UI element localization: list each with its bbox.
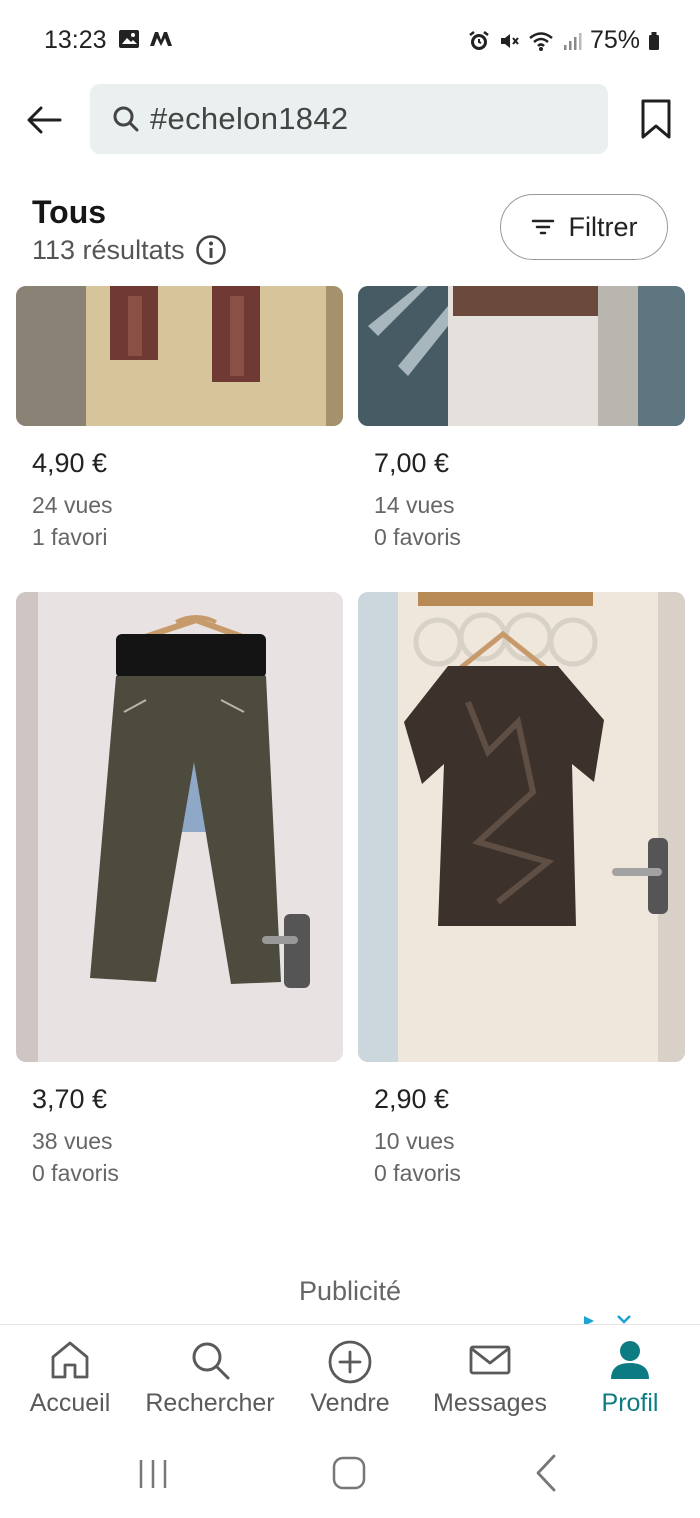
item-favorites: 1 favori: [32, 524, 108, 550]
profile-icon: [611, 1341, 649, 1379]
item-price: 4,90 €: [32, 448, 108, 478]
list-item[interactable]: 4,90 € 24 vues 1 favori: [16, 286, 343, 553]
alarm-icon: [469, 30, 489, 50]
list-item[interactable]: 2,90 € 10 vues 0 favoris: [358, 592, 685, 1189]
product-image[interactable]: [358, 592, 685, 1062]
nav-label-search: Rechercher: [145, 1389, 275, 1417]
bookmark-icon: [641, 99, 671, 139]
results-header: Tous 113 résultats Filtrer: [0, 194, 700, 274]
gallery-icon: [119, 30, 139, 48]
filter-label: Filtrer: [568, 211, 638, 242]
item-views: 10 vues: [374, 1128, 455, 1154]
nav-label-home: Accueil: [29, 1389, 111, 1417]
item-favorites: 0 favoris: [374, 524, 461, 550]
filter-button[interactable]: Filtrer: [500, 194, 668, 260]
list-item[interactable]: 3,70 € 38 vues 0 favoris: [16, 592, 343, 1189]
search-icon: [113, 106, 139, 132]
search-input[interactable]: #echelon1842: [150, 101, 348, 137]
battery-icon: [649, 31, 659, 50]
recent-apps-icon[interactable]: [138, 1458, 168, 1490]
system-navigation-bar: [0, 1430, 700, 1518]
home-icon: [51, 1341, 89, 1379]
nav-item-messages[interactable]: Messages: [420, 1339, 560, 1418]
battery-percentage: 75%: [589, 26, 640, 54]
nav-label-messages: Messages: [433, 1389, 547, 1417]
wifi-icon: [529, 31, 553, 51]
nav-item-home[interactable]: Accueil: [0, 1339, 140, 1418]
item-price: 2,90 €: [374, 1084, 450, 1114]
product-image[interactable]: [358, 286, 685, 426]
top-bar: #echelon1842: [0, 84, 700, 156]
back-button[interactable]: [24, 100, 64, 140]
product-image[interactable]: [16, 592, 343, 1062]
mail-icon: [469, 1345, 511, 1375]
status-time: 13:23: [44, 26, 107, 54]
status-bar: 13:23 75%: [0, 0, 700, 80]
plus-circle-icon: [328, 1340, 372, 1384]
nav-item-sell[interactable]: Vendre: [280, 1339, 420, 1418]
item-favorites: 0 favoris: [374, 1160, 461, 1186]
item-price: 3,70 €: [32, 1084, 108, 1114]
mute-icon: [500, 33, 519, 48]
product-image[interactable]: [16, 286, 343, 426]
list-item[interactable]: 7,00 € 14 vues 0 favoris: [358, 286, 685, 553]
item-price: 7,00 €: [374, 448, 450, 478]
home-button-icon[interactable]: [332, 1456, 366, 1490]
back-nav-icon[interactable]: [534, 1454, 558, 1492]
save-search-button[interactable]: [640, 98, 672, 145]
info-icon[interactable]: [195, 234, 227, 266]
item-views: 38 vues: [32, 1128, 113, 1154]
filter-icon: [531, 219, 554, 235]
search-field[interactable]: #echelon1842: [90, 84, 608, 154]
bottom-navigation: Accueil Rechercher Vendre Messages Profi…: [0, 1324, 700, 1429]
ad-label: Publicité: [298, 1276, 402, 1306]
item-views: 14 vues: [374, 492, 455, 518]
signal-icon: [563, 32, 582, 50]
app-notification-icon: [150, 32, 172, 46]
item-views: 24 vues: [32, 492, 113, 518]
nav-label-sell: Vendre: [310, 1389, 390, 1417]
nav-item-search[interactable]: Rechercher: [140, 1339, 280, 1418]
results-count: 113 résultats: [32, 234, 185, 265]
results-title: Tous: [32, 194, 107, 230]
item-favorites: 0 favoris: [32, 1160, 119, 1186]
nav-label-profile: Profil: [601, 1389, 659, 1417]
search-icon: [192, 1342, 230, 1380]
arrow-left-icon: [27, 106, 62, 134]
nav-item-profile[interactable]: Profil: [560, 1339, 700, 1418]
